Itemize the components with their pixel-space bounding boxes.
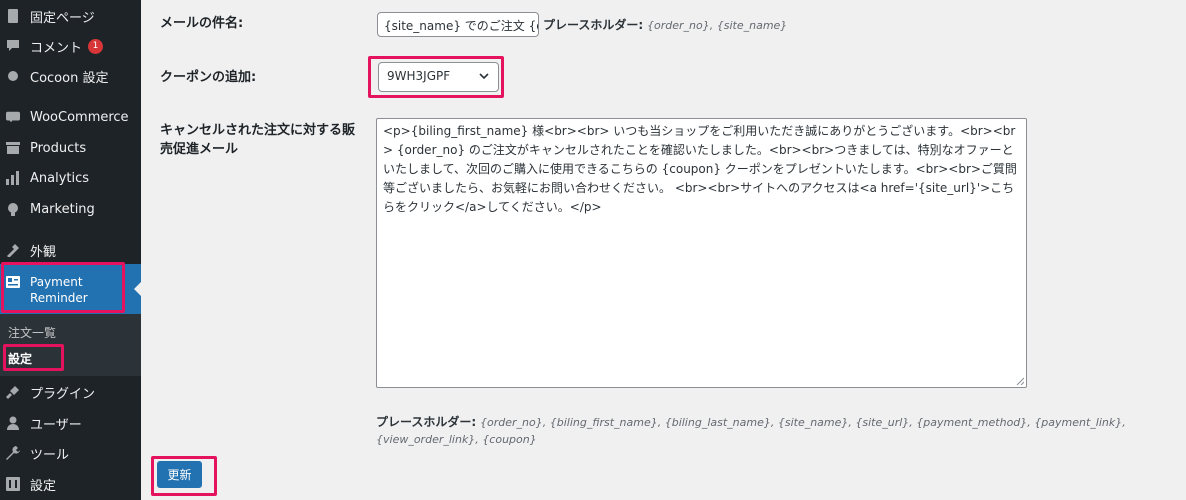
admin-sidebar: 固定ページ コメント 1 Cocoon 設定 WooCommerce Produ… [0,0,142,500]
sidebar-item-payment-reminder[interactable]: Payment Reminder [0,264,141,314]
coupon-select-value: 9WH3JGPF [387,69,451,83]
sidebar-item-pages[interactable]: 固定ページ [0,1,141,31]
placeholder-hint-values: {order_no}, {site_name} [647,19,788,32]
update-button[interactable]: 更新 [157,461,202,488]
analytics-icon [6,171,20,185]
marketing-icon [6,202,20,216]
sidebar-item-marketing[interactable]: Marketing [0,194,141,224]
coupon-select[interactable]: 9WH3JGPF [378,62,499,92]
submenu-item-orders[interactable]: 注文一覧 [8,324,56,341]
sidebar-item-label: Products [30,140,87,156]
products-icon [6,141,20,155]
sidebar-item-label: Cocoon 設定 [30,70,109,86]
plugin-icon [6,385,20,399]
sidebar-item-products[interactable]: Products [0,133,141,163]
sidebar-item-label: ツール [30,447,70,463]
subject-placeholder-hint: プレースホルダー: {order_no}, {site_name} [543,16,787,33]
sidebar-item-label: 設定 [30,478,57,494]
user-icon [6,416,20,430]
sidebar-active-label: Reminder [30,291,88,305]
sidebar-item-analytics[interactable]: Analytics [0,163,141,193]
comment-count-badge: 1 [88,38,104,54]
chevron-down-icon [479,73,489,80]
comment-icon [6,39,20,53]
page-icon [6,9,20,23]
sidebar-item-label: 外観 [30,244,57,260]
promo-email-body: <p>{biling_first_name} 様<br><br> いつも当ショッ… [383,124,1017,214]
body-placeholder-hint: プレースホルダー: {order_no}, {biling_first_name… [376,414,1176,448]
promo-email-textarea[interactable]: <p>{biling_first_name} 様<br><br> いつも当ショッ… [376,118,1027,388]
sidebar-item-woocommerce[interactable]: WooCommerce [0,102,141,132]
sidebar-item-tools[interactable]: ツール [0,438,141,468]
sidebar-item-label: WooCommerce [30,109,129,125]
coupon-label: クーポンの追加: [160,70,257,85]
sidebar-item-cocoon[interactable]: Cocoon 設定 [0,61,141,91]
cocoon-icon [6,69,20,83]
appearance-icon [6,243,20,257]
sidebar-active-label: Payment [30,275,83,289]
promo-email-label: キャンセルされた注文に対する販売促進メール [160,123,356,157]
sidebar-item-label: Marketing [30,201,95,217]
sidebar-item-label: プラグイン [30,386,96,402]
settings-form: メールの件名: {site_name} でのご注文 {order_no} プレー… [141,0,1186,500]
submenu-item-settings[interactable]: 設定 [8,350,32,367]
tool-icon [6,446,20,460]
sidebar-item-plugins[interactable]: プラグイン [0,377,141,407]
sidebar-item-label: Analytics [30,170,90,186]
payment-reminder-icon [6,274,20,288]
sidebar-item-label: ユーザー [30,417,82,433]
subject-input[interactable]: {site_name} でのご注文 {order_no} [377,12,539,37]
sidebar-item-appearance[interactable]: 外観 [0,235,141,265]
sidebar-item-settings[interactable]: 設定 [0,469,141,499]
sidebar-item-users[interactable]: ユーザー [0,408,141,438]
placeholder-hint-label: プレースホルダー: [543,18,644,32]
settings-icon [6,477,20,491]
sidebar-item-label: コメント [30,40,83,56]
woocommerce-icon [6,110,20,124]
sidebar-submenu: 注文一覧 設定 [0,314,141,376]
resize-handle-icon[interactable] [1016,377,1024,385]
placeholder-hint-values: {order_no}, {biling_first_name}, {biling… [376,416,1126,446]
sidebar-item-comments[interactable]: コメント 1 [0,31,141,61]
sidebar-item-label: 固定ページ [30,10,95,26]
subject-label: メールの件名: [160,16,244,31]
placeholder-hint-label: プレースホルダー: [376,415,477,429]
